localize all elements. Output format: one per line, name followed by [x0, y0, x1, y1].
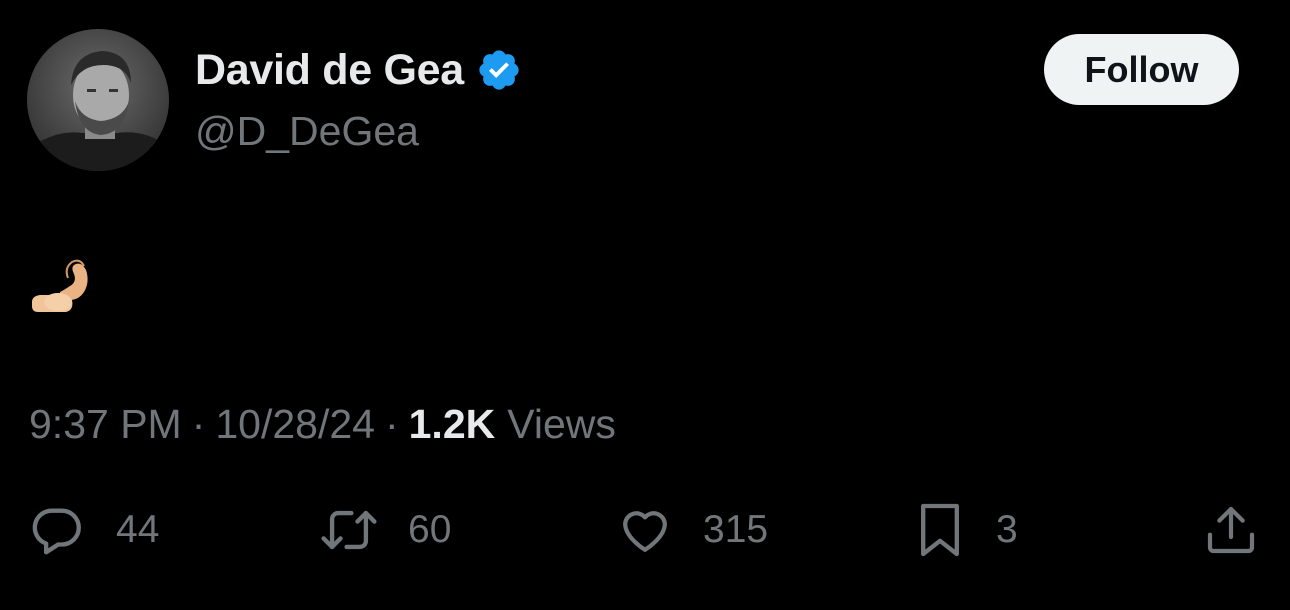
follow-button[interactable]: Follow: [1044, 34, 1239, 105]
bookmark-button[interactable]: 3: [916, 500, 1018, 560]
pinched-fingers-emoji-icon: [32, 259, 88, 312]
bookmark-count: 3: [996, 508, 1018, 551]
tweet-text: [30, 252, 96, 318]
verified-badge-icon: [479, 50, 519, 90]
views-label: Views: [507, 401, 616, 447]
tweet-meta: 9:37 PM · 10/28/24 · 1.2K Views: [29, 401, 616, 448]
retweet-button[interactable]: 60: [316, 500, 451, 560]
like-button[interactable]: 315: [617, 500, 768, 560]
reply-count: 44: [116, 508, 160, 551]
author-row: David de Gea: [195, 44, 522, 96]
views-count: 1.2K: [408, 401, 496, 447]
retweet-icon: [321, 510, 377, 550]
meta-separator: ·: [191, 401, 206, 447]
bookmark-icon: [921, 503, 959, 557]
avatar[interactable]: [27, 29, 169, 171]
reply-icon: [32, 508, 81, 555]
author-handle[interactable]: @D_DeGea: [195, 108, 419, 155]
reply-button[interactable]: 44: [28, 500, 159, 560]
tweet-time[interactable]: 9:37 PM: [29, 401, 182, 448]
share-button[interactable]: [1203, 500, 1259, 560]
tweet-date[interactable]: 10/28/24: [215, 401, 375, 448]
author-name[interactable]: David de Gea: [195, 46, 464, 95]
avatar-image: [27, 29, 169, 171]
heart-icon: [623, 511, 667, 552]
retweet-count: 60: [408, 508, 452, 551]
meta-separator: ·: [384, 401, 399, 447]
like-count: 315: [703, 508, 769, 551]
share-icon: [1207, 506, 1255, 554]
